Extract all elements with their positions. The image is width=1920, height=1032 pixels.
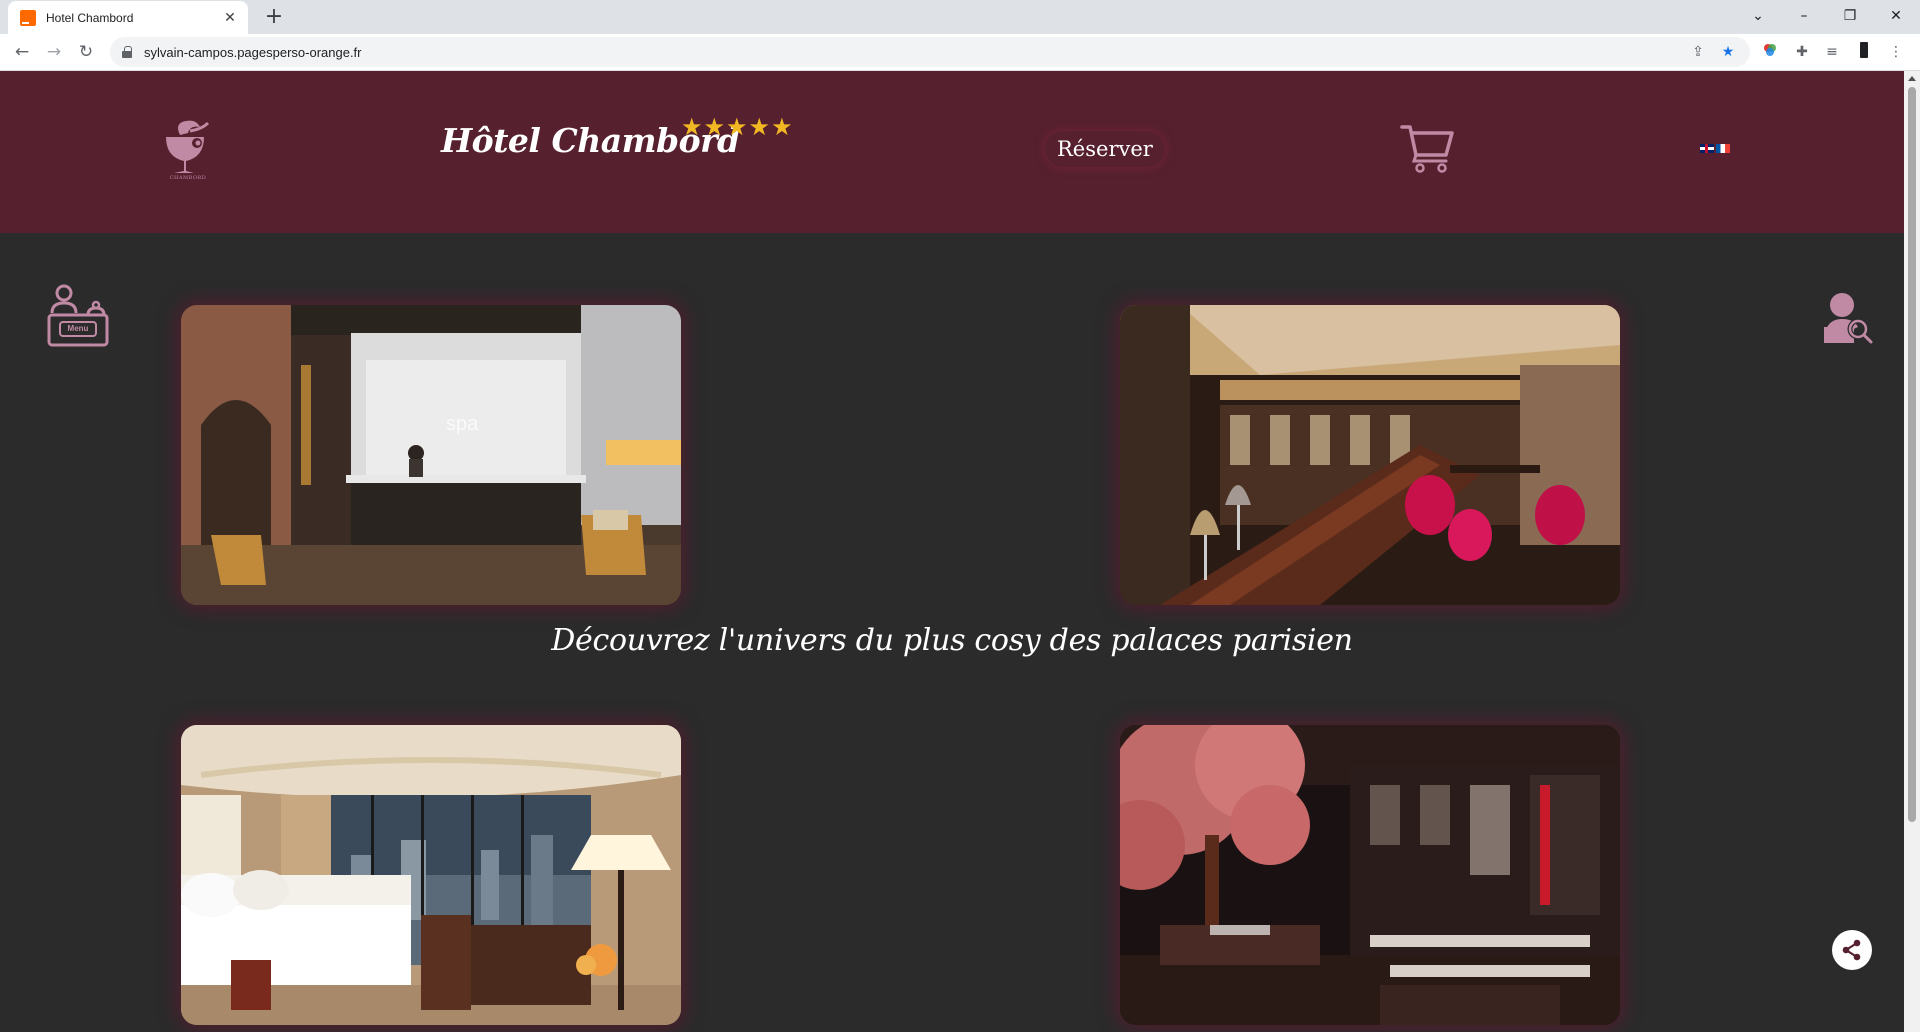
english-flag-icon[interactable]	[1700, 144, 1714, 153]
back-button[interactable]: ←	[8, 38, 36, 66]
bookmark-star-icon[interactable]: ★	[1718, 42, 1738, 62]
new-tab-button[interactable]: +	[260, 4, 288, 32]
media-queue-icon[interactable]: ≡	[1822, 42, 1842, 62]
hotel-room-photo[interactable]	[181, 725, 681, 1025]
forward-button[interactable]: →	[40, 38, 68, 66]
spa-reception-photo[interactable]: spa	[181, 305, 681, 605]
logo-icon[interactable]: CHAMBORD	[160, 117, 216, 183]
extensions-puzzle-icon[interactable]: ✚	[1792, 42, 1812, 62]
svg-text:spa: spa	[446, 413, 479, 435]
menu-icon[interactable]: Menu	[46, 283, 110, 347]
browser-toolbar: ← → ↻ sylvain-campos.pagesperso-orange.f…	[0, 34, 1920, 71]
browser-menu-icon[interactable]: ⋮	[1886, 42, 1906, 62]
tab-hotel-chambord[interactable]: Hotel Chambord ✕	[8, 1, 248, 34]
lock-icon	[122, 46, 132, 58]
french-flag-icon[interactable]	[1716, 144, 1730, 153]
close-tab-icon[interactable]: ✕	[222, 10, 238, 26]
tab-search-icon[interactable]: ⌄	[1738, 2, 1778, 30]
restore-button[interactable]: ❐	[1830, 2, 1870, 30]
url-text: sylvain-campos.pagesperso-orange.fr	[144, 44, 362, 60]
share-page-icon[interactable]: ⇪	[1688, 42, 1708, 62]
share-icon	[1842, 939, 1861, 961]
address-bar[interactable]: sylvain-campos.pagesperso-orange.fr	[110, 37, 1750, 67]
page-content: CHAMBORD Hôtel Chambord ★★★★★ Réserver M…	[0, 71, 1904, 1032]
tab-title: Hotel Chambord	[46, 10, 134, 25]
menu-label: Menu	[67, 324, 89, 333]
tab-bar: Hotel Chambord ✕ + ⌄ – ❐ ✕	[0, 0, 1920, 34]
close-window-button[interactable]: ✕	[1876, 2, 1916, 30]
logo-caption: CHAMBORD	[169, 175, 207, 181]
cart-icon[interactable]	[1400, 123, 1454, 173]
scroll-up-arrow[interactable]	[1908, 76, 1916, 81]
color-extension-icon[interactable]	[1760, 42, 1780, 62]
minimize-button[interactable]: –	[1784, 2, 1824, 30]
tagline: Découvrez l'univers du plus cosy des pal…	[551, 623, 1353, 658]
wine-bar-photo[interactable]	[1120, 305, 1620, 605]
scroll-thumb[interactable]	[1908, 87, 1916, 822]
restaurant-photo[interactable]	[1120, 725, 1620, 1025]
reserve-button[interactable]: Réserver	[1045, 131, 1165, 167]
profile-icon[interactable]	[1854, 42, 1874, 62]
user-search-icon[interactable]	[1820, 289, 1876, 345]
share-button[interactable]	[1832, 930, 1872, 970]
reload-button[interactable]: ↻	[72, 38, 100, 66]
site-header: CHAMBORD Hôtel Chambord ★★★★★ Réserver	[0, 71, 1904, 233]
page-scrollbar[interactable]	[1904, 71, 1920, 1032]
star-rating: ★★★★★	[681, 113, 794, 141]
favicon-icon	[20, 9, 36, 26]
